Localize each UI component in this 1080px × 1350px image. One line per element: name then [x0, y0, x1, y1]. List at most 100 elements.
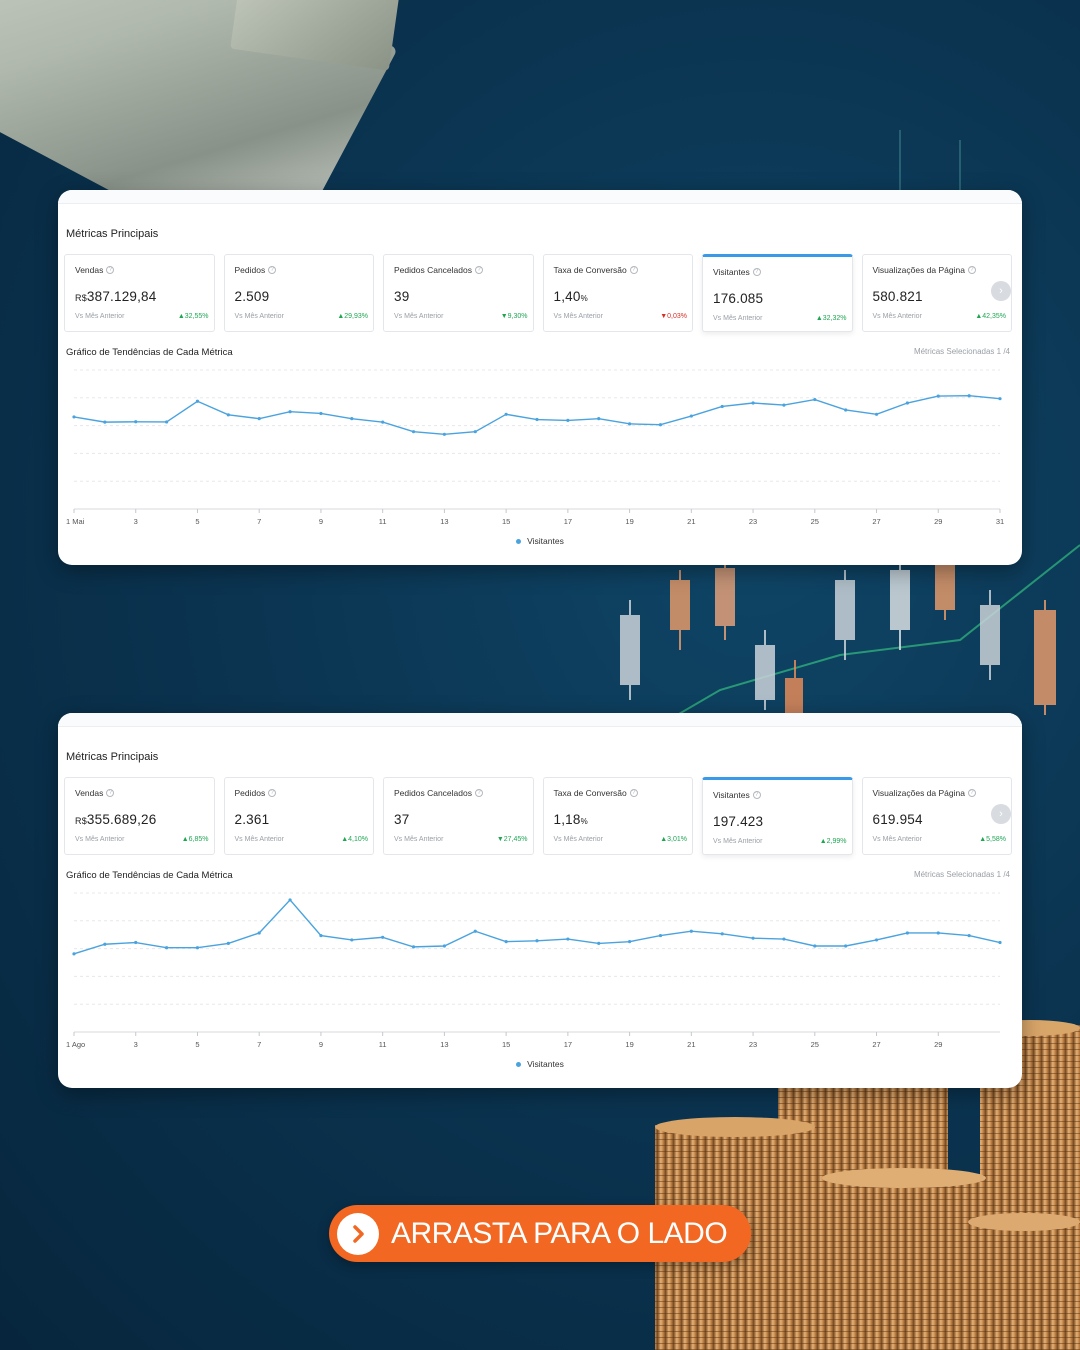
metric-card-taxa-de-convers-o[interactable]: Taxa de Conversão? 1,40% Vs Mês Anterior ▼0…	[542, 254, 693, 332]
data-point[interactable]	[72, 952, 76, 956]
help-icon[interactable]: ?	[268, 266, 277, 274]
swipe-cta-button[interactable]: ARRASTA PARA O LADO	[329, 1205, 751, 1262]
help-icon[interactable]: ?	[629, 266, 638, 274]
data-point[interactable]	[844, 944, 848, 948]
data-point[interactable]	[165, 420, 169, 424]
selected-metrics-count[interactable]: Métricas Selecionadas 1 /4	[914, 347, 1010, 356]
metric-card-vendas[interactable]: Vendas? R$387.129,84 Vs Mês Anterior ▲32,55…	[64, 254, 215, 332]
data-point[interactable]	[381, 420, 385, 424]
data-point[interactable]	[967, 933, 971, 938]
data-point[interactable]	[195, 399, 200, 403]
metric-delta: ▲32,32%	[816, 315, 847, 322]
data-point[interactable]	[165, 946, 169, 950]
data-point[interactable]	[72, 415, 76, 419]
metric-card-visualiza-es-da-p-gina[interactable]: Visualizações da Página? 580.821 Vs Mês An…	[861, 254, 1012, 332]
help-icon[interactable]: ?	[967, 789, 976, 797]
data-point[interactable]	[473, 929, 477, 933]
data-point[interactable]	[844, 408, 848, 412]
data-point[interactable]	[782, 937, 786, 941]
metric-card-pedidos-cancelados[interactable]: Pedidos Cancelados? 37 Vs Mês Anterior ▼27,…	[383, 777, 534, 855]
data-point[interactable]	[658, 423, 663, 427]
help-icon[interactable]: ?	[967, 266, 976, 274]
metric-value: 37	[394, 812, 409, 827]
data-point[interactable]	[689, 929, 693, 933]
next-cards-button[interactable]: ›	[991, 804, 1011, 824]
data-point[interactable]	[689, 414, 693, 418]
data-point[interactable]	[195, 946, 200, 950]
data-point[interactable]	[381, 935, 385, 939]
next-cards-button[interactable]: ›	[991, 281, 1011, 301]
help-icon[interactable]: ?	[474, 789, 483, 797]
data-point[interactable]	[751, 401, 755, 405]
data-point[interactable]	[597, 417, 601, 421]
data-point[interactable]	[288, 410, 292, 414]
data-point[interactable]	[813, 397, 817, 402]
metric-card-taxa-de-convers-o[interactable]: Taxa de Conversão? 1,18% Vs Mês Anterior ▲3…	[542, 777, 693, 855]
metric-card-visualiza-es-da-p-gina[interactable]: Visualizações da Página? 619.954 Vs Mês An…	[861, 777, 1012, 855]
data-point[interactable]	[226, 413, 230, 417]
chart-legend[interactable]: Visitantes	[58, 536, 1022, 546]
data-point[interactable]	[658, 933, 663, 938]
data-point[interactable]	[226, 941, 230, 945]
help-icon[interactable]: ?	[268, 789, 277, 797]
data-point[interactable]	[874, 412, 879, 416]
comparison-label: Vs Mês Anterior	[713, 315, 763, 322]
chevron-right-icon	[337, 1212, 379, 1255]
metric-card-visitantes[interactable]: Visitantes? 197.423 Vs Mês Anterior ▲2,99%	[702, 777, 853, 855]
data-point[interactable]	[782, 403, 786, 407]
help-icon[interactable]: ?	[752, 791, 761, 799]
metric-card-pedidos-cancelados[interactable]: Pedidos Cancelados? 39 Vs Mês Anterior ▼9,3…	[383, 254, 534, 332]
data-point[interactable]	[319, 411, 323, 416]
data-point[interactable]	[720, 404, 724, 409]
data-point[interactable]	[350, 417, 354, 421]
metric-card-pedidos[interactable]: Pedidos? 2.361 Vs Mês Anterior ▲4,10%	[223, 777, 374, 855]
data-point[interactable]	[628, 940, 632, 944]
selected-metrics-count[interactable]: Métricas Selecionadas 1 /4	[914, 870, 1010, 879]
help-icon[interactable]: ?	[752, 268, 761, 276]
data-point[interactable]	[998, 940, 1002, 945]
data-point[interactable]	[350, 938, 354, 942]
data-point[interactable]	[936, 394, 940, 398]
data-point[interactable]	[504, 940, 508, 944]
data-point[interactable]	[473, 430, 477, 434]
data-point[interactable]	[411, 945, 416, 949]
data-point[interactable]	[597, 941, 601, 945]
metric-value: 2.509	[235, 289, 270, 304]
metric-delta-value: 32,55%	[184, 313, 209, 320]
data-point[interactable]	[905, 401, 910, 405]
data-point[interactable]	[967, 394, 971, 398]
data-point[interactable]	[535, 417, 539, 422]
data-point[interactable]	[442, 432, 446, 436]
data-point[interactable]	[134, 420, 138, 424]
data-point[interactable]	[411, 430, 416, 434]
metric-card-pedidos[interactable]: Pedidos? 2.509 Vs Mês Anterior ▲29,93%	[223, 254, 374, 332]
data-point[interactable]	[628, 422, 632, 426]
data-point[interactable]	[751, 936, 755, 940]
data-point[interactable]	[874, 938, 879, 942]
help-icon[interactable]: ?	[106, 266, 115, 274]
data-point[interactable]	[720, 932, 724, 936]
metric-label-text: Visualizações da Página	[872, 788, 965, 798]
data-point[interactable]	[566, 937, 570, 941]
data-point[interactable]	[905, 931, 910, 935]
chart-legend[interactable]: Visitantes	[58, 1059, 1022, 1069]
data-point[interactable]	[134, 940, 138, 945]
data-point[interactable]	[813, 944, 817, 948]
data-point[interactable]	[535, 939, 539, 943]
data-point[interactable]	[504, 412, 508, 416]
data-point[interactable]	[103, 420, 107, 424]
data-point[interactable]	[257, 931, 261, 935]
help-icon[interactable]: ?	[106, 789, 115, 797]
metric-card-vendas[interactable]: Vendas? R$355.689,26 Vs Mês Anterior ▲6,85%	[64, 777, 215, 855]
data-point[interactable]	[998, 397, 1002, 401]
metric-card-visitantes[interactable]: Visitantes? 176.085 Vs Mês Anterior ▲32,32%	[702, 254, 853, 332]
help-icon[interactable]: ?	[629, 789, 638, 797]
data-point[interactable]	[257, 417, 261, 421]
data-point[interactable]	[103, 942, 107, 946]
data-point[interactable]	[288, 898, 292, 902]
data-point[interactable]	[319, 933, 323, 938]
data-point[interactable]	[936, 931, 940, 935]
data-point[interactable]	[442, 944, 446, 948]
data-point[interactable]	[566, 418, 570, 422]
help-icon[interactable]: ?	[474, 266, 483, 274]
